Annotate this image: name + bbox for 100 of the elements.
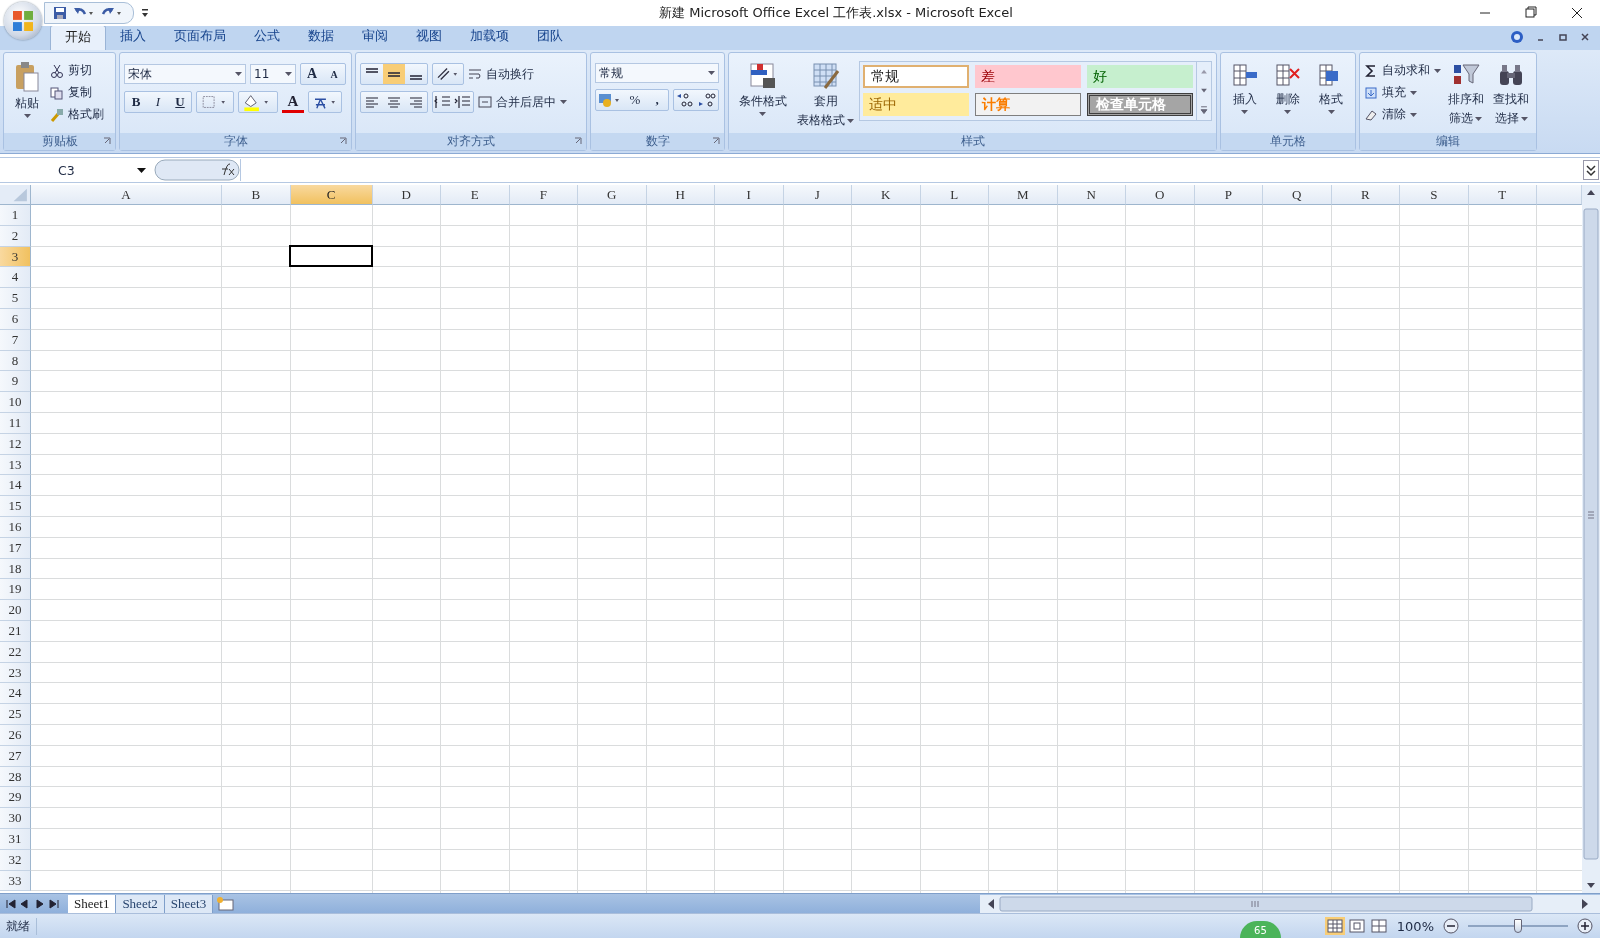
row-header[interactable]: 14: [0, 475, 31, 497]
insert-cells-button[interactable]: 插入: [1225, 57, 1265, 133]
column-header[interactable]: D: [372, 185, 441, 205]
row-header[interactable]: 20: [0, 600, 31, 621]
column-header[interactable]: L: [920, 185, 989, 205]
dialog-launcher-icon[interactable]: [339, 137, 347, 145]
row-header[interactable]: 4: [0, 267, 31, 289]
row-header[interactable]: 13: [0, 454, 31, 476]
column-header[interactable]: P: [1194, 185, 1263, 205]
sort-filter-button[interactable]: 排序和 筛选: [1445, 57, 1487, 133]
normal-view-icon[interactable]: [1324, 917, 1345, 935]
orientation-icon[interactable]: [432, 63, 464, 85]
conditional-format-button[interactable]: 条件格式: [733, 57, 792, 133]
font-color-button[interactable]: A: [282, 91, 304, 113]
copy-button[interactable]: 复制: [50, 83, 104, 102]
autosum-button[interactable]: 自动求和: [1364, 61, 1441, 80]
row-header[interactable]: 21: [0, 620, 31, 642]
restore-icon[interactable]: [1558, 32, 1568, 42]
row-header[interactable]: 25: [0, 704, 31, 725]
bold-button[interactable]: B: [125, 94, 147, 110]
format-painter-button[interactable]: 格式刷: [50, 105, 104, 124]
row-header[interactable]: 27: [0, 745, 31, 767]
column-header[interactable]: R: [1331, 185, 1400, 205]
find-select-button[interactable]: 查找和 选择: [1490, 57, 1532, 133]
column-header[interactable]: A: [31, 185, 222, 205]
row-header[interactable]: 32: [0, 849, 31, 871]
column-header[interactable]: K: [852, 185, 921, 205]
cell-style-swatch[interactable]: 常规: [863, 65, 969, 88]
row-header[interactable]: 9: [0, 371, 31, 393]
column-header[interactable]: C: [290, 185, 373, 205]
help-icon[interactable]: [1510, 30, 1524, 44]
borders-icon[interactable]: [196, 91, 234, 113]
merge-center-button[interactable]: 合并后居中: [478, 92, 567, 112]
row-header[interactable]: 15: [0, 496, 31, 517]
row-header[interactable]: 29: [0, 787, 31, 809]
dialog-launcher-icon[interactable]: [574, 137, 582, 145]
column-header[interactable]: M: [989, 185, 1058, 205]
row-header[interactable]: 22: [0, 641, 31, 663]
row-header[interactable]: 33: [0, 870, 31, 892]
ribbon-tab[interactable]: 审阅: [348, 25, 402, 50]
underline-button[interactable]: U: [169, 94, 191, 110]
ribbon-tab[interactable]: 团队: [523, 25, 577, 50]
row-header[interactable]: 1: [0, 205, 31, 226]
comma-button[interactable]: ,: [646, 92, 668, 108]
zoom-slider-thumb[interactable]: [1514, 919, 1522, 933]
ribbon-tab[interactable]: 开始: [50, 25, 106, 50]
cell-grid[interactable]: [31, 205, 1582, 893]
zoom-out-icon[interactable]: [1442, 917, 1460, 935]
dialog-launcher-icon[interactable]: [103, 137, 111, 145]
row-header[interactable]: 26: [0, 724, 31, 746]
row-header[interactable]: 31: [0, 828, 31, 850]
save-icon[interactable]: [53, 6, 67, 20]
ribbon-tab[interactable]: 页面布局: [160, 25, 240, 50]
row-header[interactable]: 24: [0, 683, 31, 705]
ribbon-tab[interactable]: 插入: [106, 25, 160, 50]
font-size-field[interactable]: 11: [250, 64, 296, 84]
percent-button[interactable]: %: [624, 92, 646, 108]
customize-icon[interactable]: [140, 7, 150, 19]
clear-button[interactable]: 清除: [1364, 105, 1441, 124]
sheet-tab[interactable]: Sheet3: [164, 894, 214, 913]
row-header[interactable]: 30: [0, 808, 31, 829]
name-box[interactable]: C3: [0, 159, 150, 181]
column-header[interactable]: T: [1468, 185, 1537, 205]
row-header[interactable]: 8: [0, 350, 31, 372]
format-cells-button[interactable]: 格式: [1311, 57, 1351, 133]
row-header[interactable]: 7: [0, 329, 31, 351]
row-header[interactable]: 18: [0, 558, 31, 580]
column-header[interactable]: I: [715, 185, 784, 205]
paste-button[interactable]: 粘贴: [8, 57, 46, 133]
row-header[interactable]: 19: [0, 579, 31, 601]
column-header[interactable]: H: [646, 185, 715, 205]
zoom-level[interactable]: 100%: [1392, 918, 1438, 934]
fill-color-icon[interactable]: [238, 91, 278, 113]
office-button[interactable]: [4, 2, 42, 40]
column-header[interactable]: S: [1400, 185, 1469, 205]
row-header[interactable]: 28: [0, 766, 31, 788]
cell-style-swatch[interactable]: 好: [1087, 65, 1193, 88]
column-header[interactable]: J: [783, 185, 852, 205]
shrink-font-button[interactable]: A: [323, 68, 345, 80]
page-break-icon[interactable]: [1368, 917, 1389, 935]
horizontal-scrollbar[interactable]: [980, 894, 1600, 913]
close-icon[interactable]: [1580, 32, 1590, 42]
decrease-decimal-icon[interactable]: [696, 90, 718, 110]
row-header[interactable]: 16: [0, 516, 31, 538]
delete-cells-button[interactable]: 删除: [1268, 57, 1308, 133]
ribbon-tab[interactable]: 视图: [402, 25, 456, 50]
grow-font-button[interactable]: A: [301, 66, 323, 82]
cell-style-swatch[interactable]: 适中: [863, 93, 969, 116]
format-as-table-button[interactable]: 套用 表格格式: [796, 57, 855, 133]
row-header[interactable]: 5: [0, 288, 31, 309]
sheet-tab[interactable]: Sheet2: [116, 894, 165, 913]
italic-button[interactable]: I: [147, 94, 169, 110]
column-header[interactable]: F: [509, 185, 578, 205]
row-header[interactable]: 17: [0, 537, 31, 559]
ribbon-tab[interactable]: 加载项: [456, 25, 523, 50]
number-format-field[interactable]: 常规: [595, 63, 719, 83]
active-cell[interactable]: [288, 244, 373, 268]
fill-button[interactable]: 填充: [1364, 83, 1441, 102]
page-layout-icon[interactable]: [1346, 917, 1367, 935]
column-header[interactable]: B: [222, 185, 291, 205]
